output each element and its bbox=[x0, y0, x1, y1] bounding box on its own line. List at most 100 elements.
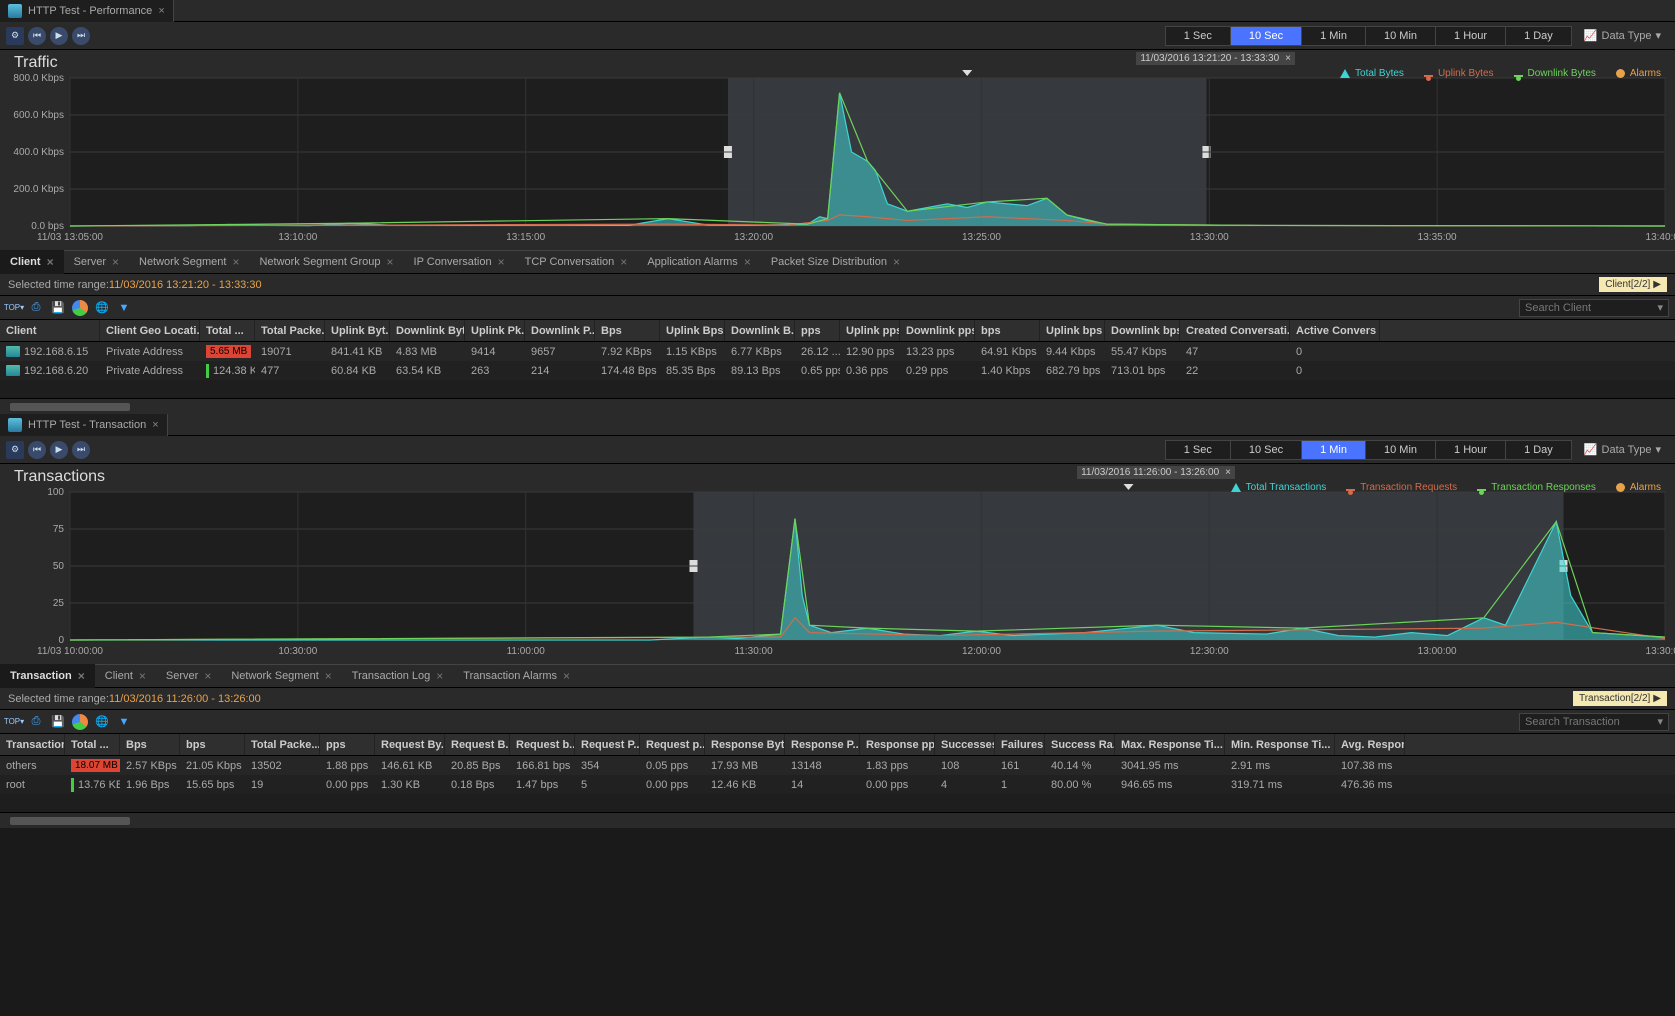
step-fwd-button[interactable]: ⏭ bbox=[72, 27, 90, 45]
column-header[interactable]: Active Convers bbox=[1290, 320, 1380, 341]
world-icon[interactable]: 🌐 bbox=[94, 714, 110, 730]
time-btn-1day[interactable]: 1 Day bbox=[1506, 27, 1571, 45]
world-icon[interactable]: 🌐 bbox=[94, 300, 110, 316]
sub-tab-transaction-log[interactable]: Transaction Log× bbox=[342, 664, 454, 688]
time-btn-1sec[interactable]: 1 Sec bbox=[1166, 27, 1231, 45]
column-header[interactable]: Avg. Respon bbox=[1335, 734, 1405, 755]
sub-tab-client[interactable]: Client× bbox=[0, 250, 64, 274]
horizontal-scrollbar[interactable] bbox=[0, 398, 1675, 414]
column-header[interactable]: Request P... bbox=[575, 734, 640, 755]
play-button[interactable]: ▶ bbox=[50, 27, 68, 45]
sub-tab-client[interactable]: Client× bbox=[95, 664, 156, 688]
column-header[interactable]: Request By... bbox=[375, 734, 445, 755]
table-row[interactable]: root13.76 KB1.96 Bps15.65 bps190.00 pps1… bbox=[0, 775, 1675, 794]
top-icon[interactable]: TOP▾ bbox=[6, 714, 22, 730]
close-icon[interactable]: × bbox=[563, 669, 570, 683]
close-icon[interactable]: × bbox=[1225, 467, 1231, 478]
data-type-button[interactable]: 📈 Data Type ▾ bbox=[1576, 26, 1669, 45]
close-icon[interactable]: × bbox=[893, 255, 900, 269]
column-header[interactable]: Uplink Bps bbox=[660, 320, 725, 341]
export-icon[interactable]: ⎙ bbox=[28, 300, 44, 316]
column-header[interactable]: pps bbox=[320, 734, 375, 755]
legend-item[interactable]: Transaction Requests bbox=[1346, 482, 1457, 493]
column-header[interactable]: Successes bbox=[935, 734, 995, 755]
column-header[interactable]: bps bbox=[180, 734, 245, 755]
horizontal-scrollbar[interactable] bbox=[0, 812, 1675, 828]
time-btn-10sec[interactable]: 10 Sec bbox=[1231, 441, 1302, 459]
sub-tab-tcp-conversation[interactable]: TCP Conversation× bbox=[515, 250, 638, 274]
column-header[interactable]: bps bbox=[975, 320, 1040, 341]
search-transaction-input[interactable]: Search Transaction ▾ bbox=[1519, 713, 1669, 731]
sub-tab-server[interactable]: Server× bbox=[156, 664, 221, 688]
save-icon[interactable]: 💾 bbox=[50, 714, 66, 730]
column-header[interactable]: Min. Response Ti... bbox=[1225, 734, 1335, 755]
close-icon[interactable]: × bbox=[232, 255, 239, 269]
close-icon[interactable]: × bbox=[620, 255, 627, 269]
close-icon[interactable]: × bbox=[112, 255, 119, 269]
pie-icon[interactable] bbox=[72, 714, 88, 730]
time-btn-10sec[interactable]: 10 Sec bbox=[1231, 27, 1302, 45]
sub-tab-network-segment[interactable]: Network Segment× bbox=[129, 250, 249, 274]
sub-tab-network-segment[interactable]: Network Segment× bbox=[221, 664, 341, 688]
save-icon[interactable]: 💾 bbox=[50, 300, 66, 316]
table-row[interactable]: 192.168.6.15Private Address5.65 MB190718… bbox=[0, 342, 1675, 361]
config-button[interactable]: ⚙ bbox=[6, 27, 24, 45]
config-button[interactable]: ⚙ bbox=[6, 441, 24, 459]
filter-icon[interactable]: ▼ bbox=[116, 714, 132, 730]
client-grid[interactable]: ClientClient Geo Locati...Total ...Total… bbox=[0, 320, 1675, 398]
table-row[interactable]: others18.07 MB2.57 KBps21.05 Kbps135021.… bbox=[0, 756, 1675, 775]
search-client-input[interactable]: Search Client ▾ bbox=[1519, 299, 1669, 317]
time-btn-1hour[interactable]: 1 Hour bbox=[1436, 27, 1506, 45]
column-header[interactable]: Request p... bbox=[640, 734, 705, 755]
close-icon[interactable]: × bbox=[204, 669, 211, 683]
column-header[interactable]: Transaction bbox=[0, 734, 65, 755]
close-icon[interactable]: × bbox=[47, 255, 54, 269]
close-icon[interactable]: × bbox=[1285, 53, 1291, 64]
time-btn-1day[interactable]: 1 Day bbox=[1506, 441, 1571, 459]
legend-item[interactable]: Total Bytes bbox=[1340, 68, 1404, 79]
table-row[interactable]: 192.168.6.20Private Address124.38 KB4776… bbox=[0, 361, 1675, 380]
column-header[interactable]: Failures bbox=[995, 734, 1045, 755]
time-btn-1min[interactable]: 1 Min bbox=[1302, 441, 1366, 459]
column-header[interactable]: Total Packe... bbox=[245, 734, 320, 755]
close-icon[interactable]: × bbox=[387, 255, 394, 269]
column-header[interactable]: Response Byt... bbox=[705, 734, 785, 755]
step-back-button[interactable]: ⏮ bbox=[28, 441, 46, 459]
sub-tab-application-alarms[interactable]: Application Alarms× bbox=[637, 250, 761, 274]
column-header[interactable]: Downlink bps bbox=[1105, 320, 1180, 341]
column-header[interactable]: Bps bbox=[120, 734, 180, 755]
column-header[interactable]: Response P... bbox=[785, 734, 860, 755]
time-btn-10min[interactable]: 10 Min bbox=[1366, 441, 1436, 459]
legend-item[interactable]: Uplink Bytes bbox=[1424, 68, 1494, 79]
close-icon[interactable]: × bbox=[325, 669, 332, 683]
transaction-grid[interactable]: TransactionTotal ...BpsbpsTotal Packe...… bbox=[0, 734, 1675, 812]
time-btn-1sec[interactable]: 1 Sec bbox=[1166, 441, 1231, 459]
top-icon[interactable]: TOP▾ bbox=[6, 300, 22, 316]
transaction-tab[interactable]: HTTP Test - Transaction × bbox=[0, 414, 168, 436]
legend-item[interactable]: Downlink Bytes bbox=[1514, 68, 1596, 79]
close-icon[interactable]: × bbox=[744, 255, 751, 269]
column-header[interactable]: Total ... bbox=[200, 320, 255, 341]
transaction-counter[interactable]: Transaction[2/2]▶ bbox=[1573, 691, 1667, 706]
traffic-chart[interactable]: Traffic 11/03/2016 13:21:20 - 13:33:30× … bbox=[0, 50, 1675, 250]
column-header[interactable]: Request B... bbox=[445, 734, 510, 755]
column-header[interactable]: Downlink P... bbox=[525, 320, 595, 341]
column-header[interactable]: Client Geo Locati... bbox=[100, 320, 200, 341]
sub-tab-server[interactable]: Server× bbox=[64, 250, 129, 274]
column-header[interactable]: Downlink Byt... bbox=[390, 320, 465, 341]
column-header[interactable]: Uplink bps bbox=[1040, 320, 1105, 341]
column-header[interactable]: Max. Response Ti... bbox=[1115, 734, 1225, 755]
close-icon[interactable]: × bbox=[436, 669, 443, 683]
play-button[interactable]: ▶ bbox=[50, 441, 68, 459]
sub-tab-ip-conversation[interactable]: IP Conversation× bbox=[404, 250, 515, 274]
column-header[interactable]: Request b... bbox=[510, 734, 575, 755]
column-header[interactable]: Bps bbox=[595, 320, 660, 341]
close-icon[interactable]: × bbox=[139, 669, 146, 683]
performance-tab[interactable]: HTTP Test - Performance × bbox=[0, 0, 174, 22]
column-header[interactable]: Downlink pps bbox=[900, 320, 975, 341]
client-counter[interactable]: Client[2/2]▶ bbox=[1599, 277, 1667, 292]
step-fwd-button[interactable]: ⏭ bbox=[72, 441, 90, 459]
column-header[interactable]: Total ... bbox=[65, 734, 120, 755]
legend-item[interactable]: Alarms bbox=[1616, 482, 1661, 493]
data-type-button[interactable]: 📈 Data Type ▾ bbox=[1576, 440, 1669, 459]
